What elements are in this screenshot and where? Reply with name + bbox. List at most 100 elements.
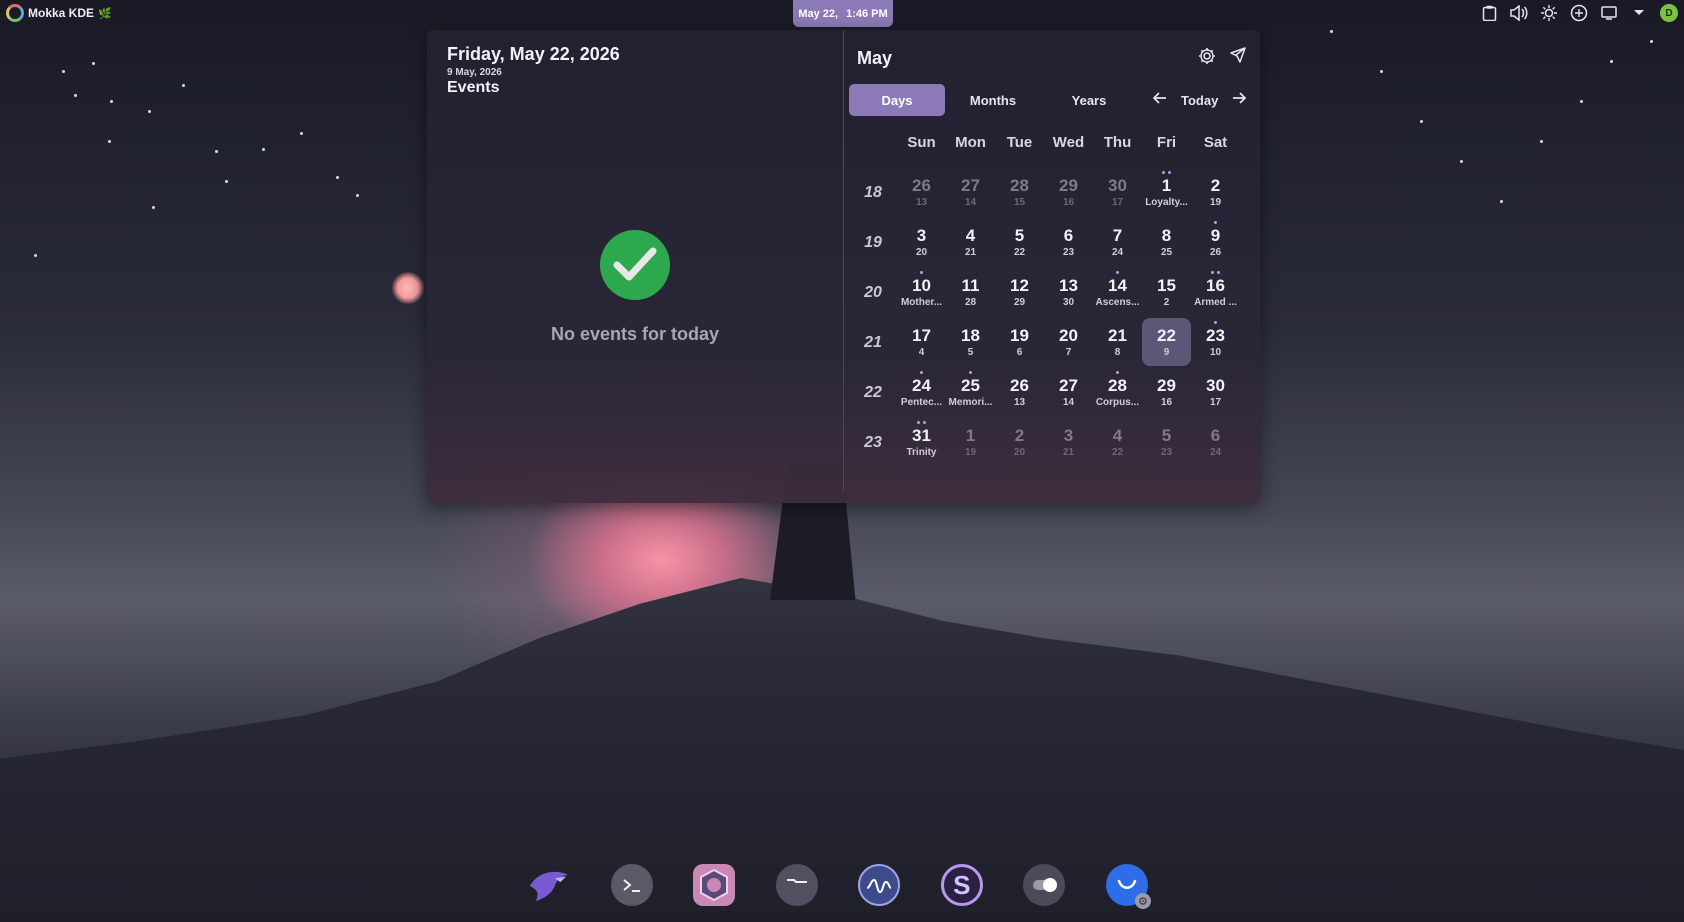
next-month-arrow-icon[interactable] <box>1232 91 1247 109</box>
event-dot <box>1168 171 1171 174</box>
day-number: 21 <box>1108 326 1127 345</box>
network-icon[interactable] <box>1570 4 1588 22</box>
day-number: 22 <box>1157 326 1176 345</box>
day-cell[interactable]: 18 5 <box>946 318 995 366</box>
day-cell[interactable]: 29 16 <box>1044 168 1093 216</box>
day-cell-today[interactable]: 22 9 <box>1142 318 1191 366</box>
day-cell[interactable]: 4 21 <box>946 218 995 266</box>
display-icon[interactable] <box>1600 4 1618 22</box>
day-cell[interactable]: 19 6 <box>995 318 1044 366</box>
day-cell[interactable]: 3 21 <box>1044 418 1093 466</box>
settings-toggle-app[interactable] <box>1023 864 1066 906</box>
day-subtext: Corpus... <box>1095 397 1140 408</box>
day-number: 20 <box>1059 326 1078 345</box>
day-cell[interactable]: 13 30 <box>1044 268 1093 316</box>
event-indicator-dots <box>946 371 995 374</box>
day-cell[interactable]: 26 13 <box>897 168 946 216</box>
day-cell[interactable]: 14 Ascens... <box>1093 268 1142 316</box>
day-slot: 2 19 <box>1191 168 1240 216</box>
day-cell[interactable]: 6 24 <box>1191 418 1240 466</box>
star <box>1540 140 1543 143</box>
wallpaper-moon <box>392 272 424 304</box>
day-cell[interactable]: 20 7 <box>1044 318 1093 366</box>
day-cell[interactable]: 5 22 <box>995 218 1044 266</box>
day-cell[interactable]: 2 19 <box>1191 168 1240 216</box>
day-cell[interactable]: 9 26 <box>1191 218 1240 266</box>
day-number: 18 <box>961 326 980 345</box>
day-subtext: 14 <box>964 197 977 208</box>
gear-icon[interactable] <box>1198 47 1216 70</box>
day-number: 4 <box>1112 426 1123 445</box>
day-cell[interactable]: 31 Trinity <box>897 418 946 466</box>
day-cell[interactable]: 3 20 <box>897 218 946 266</box>
day-cell[interactable]: 2 20 <box>995 418 1044 466</box>
event-dot <box>1214 321 1217 324</box>
hexagon-app[interactable] <box>693 864 736 906</box>
day-cell[interactable]: 16 Armed ... <box>1191 268 1240 316</box>
day-cell[interactable]: 1 Loyalty... <box>1142 168 1191 216</box>
day-cell[interactable]: 30 17 <box>1093 168 1142 216</box>
day-slot: 16 Armed ... <box>1191 268 1240 316</box>
day-subtext: Ascens... <box>1095 297 1140 308</box>
tab-days[interactable]: Days <box>849 84 945 116</box>
eagle-app[interactable] <box>528 864 570 906</box>
s-app[interactable]: S <box>940 864 983 906</box>
expand-tray-icon[interactable] <box>1630 4 1648 22</box>
day-cell[interactable]: 10 Mother... <box>897 268 946 316</box>
star <box>356 194 359 197</box>
day-subtext: 21 <box>1062 447 1075 458</box>
day-number: 11 <box>961 276 980 295</box>
day-cell[interactable]: 17 4 <box>897 318 946 366</box>
tab-months[interactable]: Months <box>945 84 1041 116</box>
day-cell[interactable]: 28 15 <box>995 168 1044 216</box>
discover-app[interactable]: ⚙ <box>1105 864 1151 909</box>
day-number: 25 <box>961 376 980 395</box>
tab-years[interactable]: Years <box>1041 84 1137 116</box>
day-cell[interactable]: 7 24 <box>1093 218 1142 266</box>
app-menu[interactable]: Mokka KDE 🌿 <box>6 4 112 22</box>
day-cell[interactable]: 4 22 <box>1093 418 1142 466</box>
day-slot: 17 4 <box>897 318 946 366</box>
previous-month-arrow-icon[interactable] <box>1152 91 1167 109</box>
user-avatar[interactable]: D <box>1660 4 1678 22</box>
day-slot: 8 25 <box>1142 218 1191 266</box>
day-slot: 7 24 <box>1093 218 1142 266</box>
day-cell[interactable]: 5 23 <box>1142 418 1191 466</box>
day-cell[interactable]: 29 16 <box>1142 368 1191 416</box>
day-subtext: 17 <box>1209 397 1222 408</box>
star <box>110 100 113 103</box>
weekday-header-row: Sun Mon Tue Wed Thu Fri Sat <box>849 130 1250 154</box>
panel-clock[interactable]: May 22, 1:46 PM <box>793 0 893 27</box>
no-events-placeholder: No events for today <box>427 230 843 345</box>
day-cell[interactable]: 6 23 <box>1044 218 1093 266</box>
day-number: 29 <box>1059 176 1078 195</box>
day-cell[interactable]: 24 Pentec... <box>897 368 946 416</box>
day-cell[interactable]: 27 14 <box>1044 368 1093 416</box>
day-slot: 31 Trinity <box>897 418 946 466</box>
files-app[interactable] <box>775 864 818 906</box>
day-cell[interactable]: 27 14 <box>946 168 995 216</box>
clipboard-icon[interactable] <box>1480 4 1498 22</box>
pin-icon[interactable] <box>1230 46 1246 70</box>
day-cell[interactable]: 21 8 <box>1093 318 1142 366</box>
day-subtext: Armed ... <box>1194 297 1237 308</box>
day-cell[interactable]: 1 19 <box>946 418 995 466</box>
system-monitor-app[interactable] <box>858 864 901 906</box>
day-cell[interactable]: 25 Memori... <box>946 368 995 416</box>
day-slot: 30 17 <box>1191 368 1240 416</box>
terminal-app[interactable] <box>610 864 653 906</box>
day-cell[interactable]: 26 13 <box>995 368 1044 416</box>
volume-icon[interactable] <box>1510 4 1528 22</box>
today-button[interactable]: Today <box>1181 93 1218 108</box>
day-cell[interactable]: 23 10 <box>1191 318 1240 366</box>
day-cell[interactable]: 8 25 <box>1142 218 1191 266</box>
day-slot: 27 14 <box>1044 368 1093 416</box>
week-row: 19 3 20 4 21 5 22 6 23 7 24 8 25 9 26 <box>849 218 1250 268</box>
day-cell[interactable]: 28 Corpus... <box>1093 368 1142 416</box>
day-cell[interactable]: 15 2 <box>1142 268 1191 316</box>
day-cell[interactable]: 30 17 <box>1191 368 1240 416</box>
brightness-icon[interactable] <box>1540 4 1558 22</box>
day-cell[interactable]: 12 29 <box>995 268 1044 316</box>
day-cell[interactable]: 11 28 <box>946 268 995 316</box>
week-row: 20 10 Mother... 11 28 12 29 13 30 14 Ascens... 15 2 1… <box>849 268 1250 318</box>
